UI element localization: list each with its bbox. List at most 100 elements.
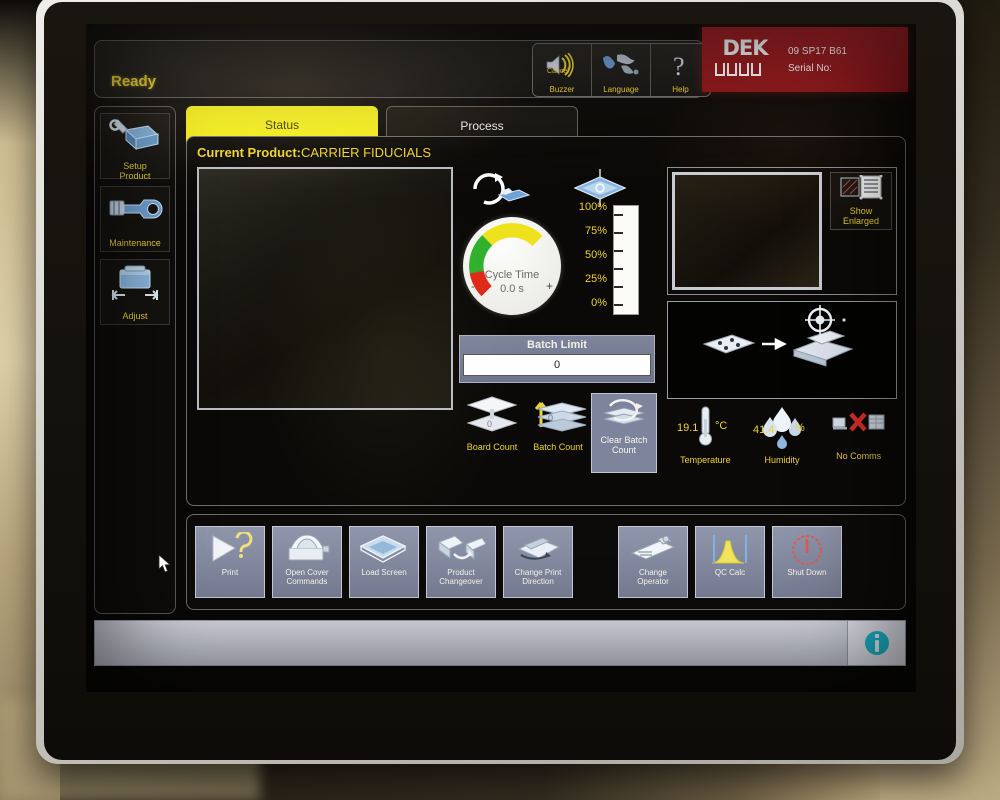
thermometer-icon: 19.1 °C — [675, 405, 735, 454]
tab-status-label: Status — [264, 118, 300, 132]
show-enlarged-button[interactable]: Show Enlarged — [830, 172, 892, 230]
status-content-panel: Current Product:CARRIER FIDUCIALS - + Cy… — [186, 136, 906, 506]
cycle-metrics-column: - + Cycle Time 0.0 s 100% 75% 50% 25% 0% — [459, 167, 659, 489]
scale-ticks: 100% 75% 50% 25% 0% — [563, 201, 607, 321]
clear-batch-label-l2: Count — [611, 445, 637, 455]
svg-text:0: 0 — [548, 413, 553, 423]
setup-product-icon — [108, 118, 162, 159]
clear-batch-count-icon — [596, 394, 652, 433]
load-screen-button[interactable]: Load Screen — [349, 526, 419, 598]
question-mark-icon: ? — [668, 44, 694, 85]
open-cover-l2: Commands — [286, 577, 328, 586]
batch-count: 0 Batch Count — [525, 393, 591, 473]
humidity-label: Humidity — [764, 455, 800, 465]
scale-tick-50: 50% — [584, 249, 607, 261]
board-to-squeegee-diagram — [702, 305, 854, 367]
scale-tick-0: 0% — [591, 297, 607, 309]
info-icon — [864, 631, 889, 655]
left-sidebar: Setup Product Maintenance Adjust — [94, 106, 176, 614]
dek-wordmark: DEK — [722, 35, 768, 60]
change-print-direction-button[interactable]: Change Print Direction — [503, 526, 573, 598]
dek-brand-plaque: DEK 09 SP17 B61 Serial No: — [702, 27, 908, 92]
status-badge: Ready — [111, 73, 157, 90]
shut-down-label: Shut Down — [787, 568, 827, 577]
counter-row: 0 Board Count 0 Batch Count Clear Batch … — [459, 393, 659, 473]
header-button-group: Cancel Buzzer Language ? Help — [532, 43, 711, 97]
product-changeover-icon — [436, 530, 486, 568]
shut-down-button[interactable]: Shut Down — [772, 526, 842, 598]
qc-calc-icon — [706, 530, 754, 568]
globe-map-icon — [601, 44, 641, 85]
show-enlarged-l1: Show — [849, 206, 873, 216]
load-screen-label: Load Screen — [361, 568, 407, 577]
utilisation-scale: 100% 75% 50% 25% 0% — [563, 201, 659, 321]
open-cover-icon — [283, 530, 331, 568]
gauge-title: Cycle Time — [484, 269, 540, 281]
bottom-toolbar: Print Open Cover Commands Load Screen Pr… — [186, 514, 906, 610]
no-comms-label: No Comms — [836, 451, 882, 461]
batch-count-icon: 0 — [529, 393, 587, 440]
gauge-arc — [469, 223, 555, 309]
product-preview-panel[interactable] — [197, 167, 453, 410]
message-bar — [94, 620, 906, 666]
sensor-row: 19.1 °C Temperature 41.4 % Humidity No C… — [667, 405, 897, 483]
info-button[interactable] — [847, 621, 905, 665]
print-label: Print — [221, 568, 239, 577]
process-diagram-panel — [667, 301, 897, 399]
no-comms-icon — [829, 405, 889, 450]
clear-batch-label-l1: Clear Batch — [600, 435, 648, 445]
sidebar-item-setup-product[interactable]: Setup Product — [100, 113, 170, 181]
speaker-cancel-icon: Cancel — [543, 44, 581, 85]
humidity-droplet-icon: 41.4 % — [751, 405, 813, 454]
scale-tick-100: 100% — [578, 201, 607, 213]
svg-text:%: % — [795, 422, 805, 434]
svg-text:19.1: 19.1 — [677, 422, 698, 434]
svg-text:Cancel: Cancel — [547, 68, 569, 75]
change-operator-button[interactable]: Change Operator — [618, 526, 688, 598]
board-count-icon: 0 — [463, 393, 521, 440]
clear-batch-count-button[interactable]: Clear Batch Count — [591, 393, 657, 473]
product-changeover-l2: Changeover — [439, 577, 483, 586]
batch-limit-input[interactable]: 0 — [463, 354, 651, 376]
sidebar-item-maintenance[interactable]: Maintenance — [100, 186, 170, 252]
machine-serial-label: Serial No: — [788, 62, 832, 74]
print-button[interactable]: Print — [195, 526, 265, 598]
current-product: Current Product:CARRIER FIDUCIALS — [197, 145, 431, 160]
utilisation-bar — [613, 205, 639, 315]
product-changeover-button[interactable]: Product Changeover — [426, 526, 496, 598]
cancel-buzzer-button[interactable]: Cancel Buzzer — [533, 44, 592, 96]
mouse-cursor — [158, 554, 172, 579]
language-button[interactable]: Language — [592, 44, 651, 96]
camera-view[interactable] — [672, 172, 822, 290]
svg-text:?: ? — [673, 52, 685, 79]
open-cover-commands-button[interactable]: Open Cover Commands — [272, 526, 342, 598]
board-count-label: Board Count — [466, 442, 518, 452]
shut-down-icon — [787, 530, 827, 568]
top-status-bar: Ready Cancel Buzzer Language ? Help — [94, 40, 711, 98]
batch-limit-field[interactable]: Batch Limit 0 — [459, 335, 655, 383]
batch-count-label: Batch Count — [533, 442, 583, 452]
wrench-icon — [106, 191, 164, 236]
cycle-rotate-icon — [465, 167, 537, 216]
svg-text:0: 0 — [487, 419, 492, 429]
cancel-buzzer-label: Buzzer — [549, 85, 575, 94]
scale-tick-75: 75% — [584, 225, 607, 237]
help-label: Help — [672, 85, 689, 94]
load-screen-icon — [359, 530, 409, 568]
sidebar-label-setup-l2: Product — [119, 171, 151, 181]
temperature-sensor: 19.1 °C Temperature — [667, 405, 744, 483]
change-operator-icon — [628, 530, 678, 568]
qc-calc-label: QC Calc — [714, 568, 746, 577]
show-enlarged-l2: Enlarged — [842, 216, 880, 226]
sidebar-item-adjust[interactable]: Adjust — [100, 259, 170, 325]
qc-calc-button[interactable]: QC Calc — [695, 526, 765, 598]
change-operator-l2: Operator — [637, 577, 669, 586]
tab-process-label: Process — [460, 118, 504, 133]
hmi-screen: Ready Cancel Buzzer Language ? Help DEK … — [86, 24, 916, 692]
language-label: Language — [603, 85, 639, 94]
board-count: 0 Board Count — [459, 393, 525, 473]
batch-limit-label: Batch Limit — [527, 339, 587, 351]
sidebar-label-maintenance: Maintenance — [109, 238, 161, 248]
dek-squiggle-icon — [702, 61, 788, 84]
change-operator-l1: Change — [638, 568, 667, 577]
